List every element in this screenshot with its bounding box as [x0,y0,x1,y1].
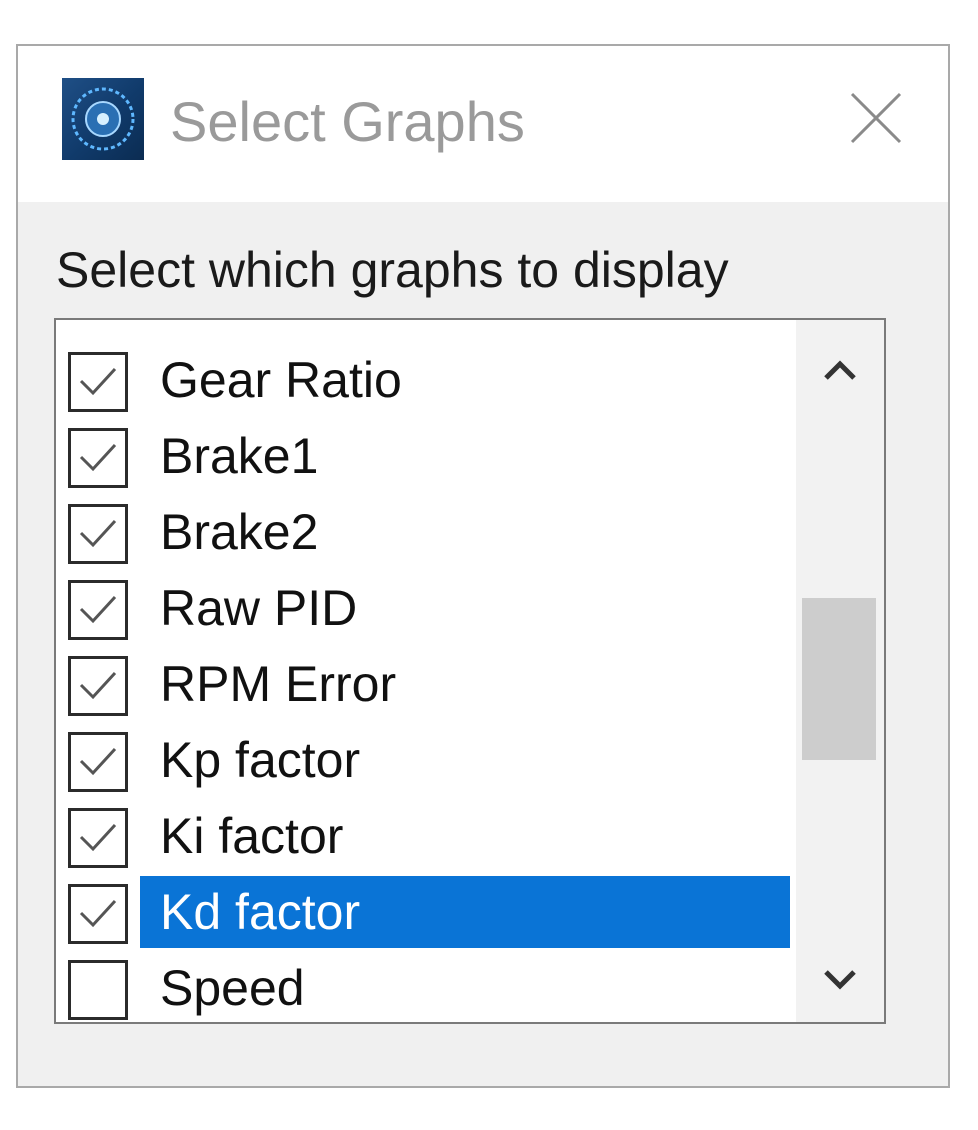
list-item[interactable]: Speed [56,952,796,1022]
item-label: Speed [160,960,305,1016]
item-label: Ki factor [160,808,344,864]
item-label: Brake1 [160,428,319,484]
list-item[interactable]: Brake1 [56,420,796,496]
checkmark-icon [79,899,117,928]
checkbox[interactable] [68,656,128,716]
scroll-up-button[interactable] [796,330,884,410]
graph-checklist[interactable]: Gear Ratio Brake1 Brake2 Raw PID RPM Err… [54,318,886,1024]
close-button[interactable] [826,68,926,168]
checkmark-icon [79,595,117,624]
vertical-scrollbar[interactable] [796,320,884,1022]
checkmark-icon [79,671,117,700]
list-item[interactable]: Kp factor [56,724,796,800]
chevron-down-icon [824,970,856,990]
checkmark-icon [79,519,117,548]
list-item-selected[interactable]: Kd factor [56,876,796,952]
window-title: Select Graphs [170,90,525,153]
item-label: Kp factor [160,732,361,788]
checkbox-unchecked[interactable] [68,960,128,1020]
checkmark-icon [79,823,117,852]
checklist-items: Gear Ratio Brake1 Brake2 Raw PID RPM Err… [56,320,796,1022]
list-item[interactable]: RPM Error [56,648,796,724]
checkbox[interactable] [68,504,128,564]
item-label: Raw PID [160,580,358,636]
instruction-label: Select which graphs to display [56,242,729,298]
item-label: Kd factor [140,876,790,948]
checkbox[interactable] [68,884,128,944]
item-label: Gear Ratio [160,352,402,408]
list-item[interactable]: Raw PID [56,572,796,648]
select-graphs-dialog: Select Graphs Select which graphs to dis… [16,44,950,1088]
checkbox[interactable] [68,808,128,868]
checkbox[interactable] [68,428,128,488]
checkbox[interactable] [68,352,128,412]
checkbox[interactable] [68,732,128,792]
chevron-up-icon [824,360,856,380]
app-icon [62,78,144,160]
list-item[interactable]: Brake2 [56,496,796,572]
checkmark-icon [79,367,117,396]
title-bar: Select Graphs [18,46,948,202]
item-label: Brake2 [160,504,319,560]
close-icon [850,92,902,144]
checkmark-icon [79,747,117,776]
checkbox[interactable] [68,580,128,640]
list-item[interactable]: Ki factor [56,800,796,876]
list-item[interactable]: Gear Ratio [56,344,796,420]
scroll-down-button[interactable] [796,942,884,1022]
checkmark-icon [79,443,117,472]
item-label: RPM Error [160,656,397,712]
scroll-thumb[interactable] [802,598,876,760]
